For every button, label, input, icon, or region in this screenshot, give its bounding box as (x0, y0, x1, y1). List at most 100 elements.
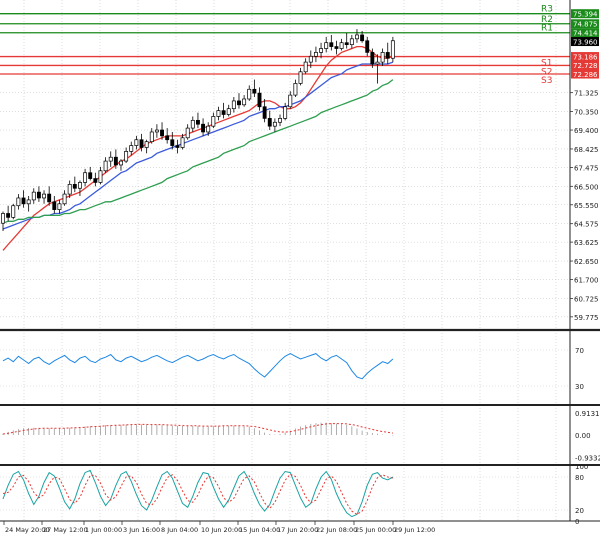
candle-body (180, 137, 185, 148)
time-tick-label: 22 Jun 08:00 (316, 526, 357, 534)
candle-body (360, 34, 365, 42)
pivot-label: R1 (541, 24, 553, 34)
candle-body (154, 129, 159, 133)
candle-body (16, 197, 21, 207)
price-tag-label: 73.960 (573, 38, 598, 46)
price-tick-label: 64.575 (574, 221, 599, 229)
price-tick-label: 68.425 (574, 146, 599, 154)
candle-body (349, 38, 354, 45)
trading-chart[interactable]: R3 R2 R1 S1 S2 S3 71.325 70.350 69.400 68.425 67.… (0, 0, 600, 537)
candle-body (324, 42, 329, 49)
candle[interactable] (390, 36, 395, 63)
candle-body (390, 40, 395, 59)
candle-body (257, 92, 262, 108)
candle-body (355, 34, 359, 40)
candle-body (165, 135, 170, 141)
candle-body (262, 106, 267, 119)
time-tick-label: 25 Jun 00:00 (355, 526, 396, 534)
time-tick-label: 29 Jun 12:00 (394, 526, 435, 534)
histogram-tick-label: 0.9131 (575, 410, 600, 418)
pivot-label: S3 (541, 76, 552, 86)
candle-body (83, 172, 88, 183)
candle-body (201, 123, 206, 133)
price-tick-label: 63.625 (574, 239, 599, 247)
candle-body (380, 52, 385, 63)
candle[interactable] (11, 203, 16, 220)
candle-body (293, 83, 298, 96)
candle-body (21, 197, 26, 205)
price-tag-label: 72.728 (573, 62, 598, 70)
price-tick-label: 61.700 (574, 276, 599, 284)
candle-body (365, 40, 370, 53)
candle-body (170, 139, 175, 146)
candle-body (226, 108, 231, 115)
stochastic-tick-label: 20 (575, 507, 584, 515)
time-tick-label: 27 May 12:00 (43, 526, 88, 534)
rsi-tick-label: 30 (575, 383, 584, 391)
price-tag-label: 73.186 (573, 53, 598, 61)
time-tick-label: 15 Jun 04:00 (239, 526, 280, 534)
candle-body (283, 106, 288, 119)
candle-body (139, 139, 144, 148)
price-tag-label: 74.875 (573, 21, 598, 29)
candle-body (195, 119, 200, 125)
candle-body (62, 193, 67, 205)
candle-body (211, 116, 216, 127)
price-tick-label: 71.325 (574, 90, 599, 98)
price-tag-label: 74.414 (573, 30, 598, 38)
price-tick-label: 60.725 (574, 295, 599, 303)
candle-body (221, 110, 226, 115)
chart-canvas[interactable]: R3R2R1S1S2S3 71.32570.35069.40068.42567.… (0, 0, 600, 537)
candle-body (375, 61, 380, 65)
price-tick-label: 66.500 (574, 183, 599, 191)
candle-body (288, 94, 293, 108)
candle-body (231, 100, 236, 110)
candle-body (72, 184, 77, 189)
candle-body (278, 118, 282, 123)
candle-body (119, 160, 123, 166)
price-tick-label: 62.650 (574, 258, 599, 266)
price-tag-label: 72.286 (573, 71, 598, 79)
candle-body (308, 55, 313, 63)
candle-body (206, 125, 211, 133)
candle-body (57, 203, 62, 210)
price-tick-label: 69.400 (574, 127, 599, 135)
candle-body (113, 156, 118, 166)
candle-body (339, 42, 344, 49)
candle-body (252, 88, 257, 94)
time-tick-label: 1 Jun 00:00 (85, 526, 122, 534)
candle-body (344, 42, 349, 45)
histogram-tick-label: 0.00 (575, 432, 591, 440)
time-tick-label: 3 Jun 16:00 (123, 526, 160, 534)
price-tick-label: 70.350 (574, 109, 599, 117)
candle-body (47, 193, 52, 203)
candle-body (11, 205, 16, 218)
stochastic-tick-label: 0 (575, 518, 579, 526)
candle-body (67, 184, 72, 195)
candle-body (124, 151, 129, 162)
candle-body (88, 172, 93, 179)
candle-body (129, 145, 134, 152)
candle-body (160, 129, 164, 137)
candle-body (42, 193, 46, 199)
candle-body (175, 145, 180, 148)
candle-body (267, 118, 272, 127)
candle-body (329, 42, 334, 47)
candle-body (370, 52, 375, 65)
candle-body (149, 131, 154, 143)
stochastic-tick-label: 80 (575, 474, 584, 482)
price-tick-label: 67.475 (574, 164, 599, 172)
candle-body (98, 170, 103, 183)
candle-body (93, 178, 98, 183)
candle-body (185, 127, 190, 139)
candle-body (190, 119, 195, 129)
candle-body (36, 191, 41, 199)
pivot-label: R3 (541, 5, 553, 15)
candle-body (134, 139, 139, 146)
stochastic-tick-label: 100 (575, 463, 588, 471)
price-tag-label: 75.394 (573, 11, 598, 19)
time-tick-label: 8 Jun 04:00 (161, 526, 198, 534)
candle-body (1, 213, 5, 224)
histogram-tick-label: -0.9332 (575, 455, 600, 463)
candle-body (247, 88, 252, 100)
